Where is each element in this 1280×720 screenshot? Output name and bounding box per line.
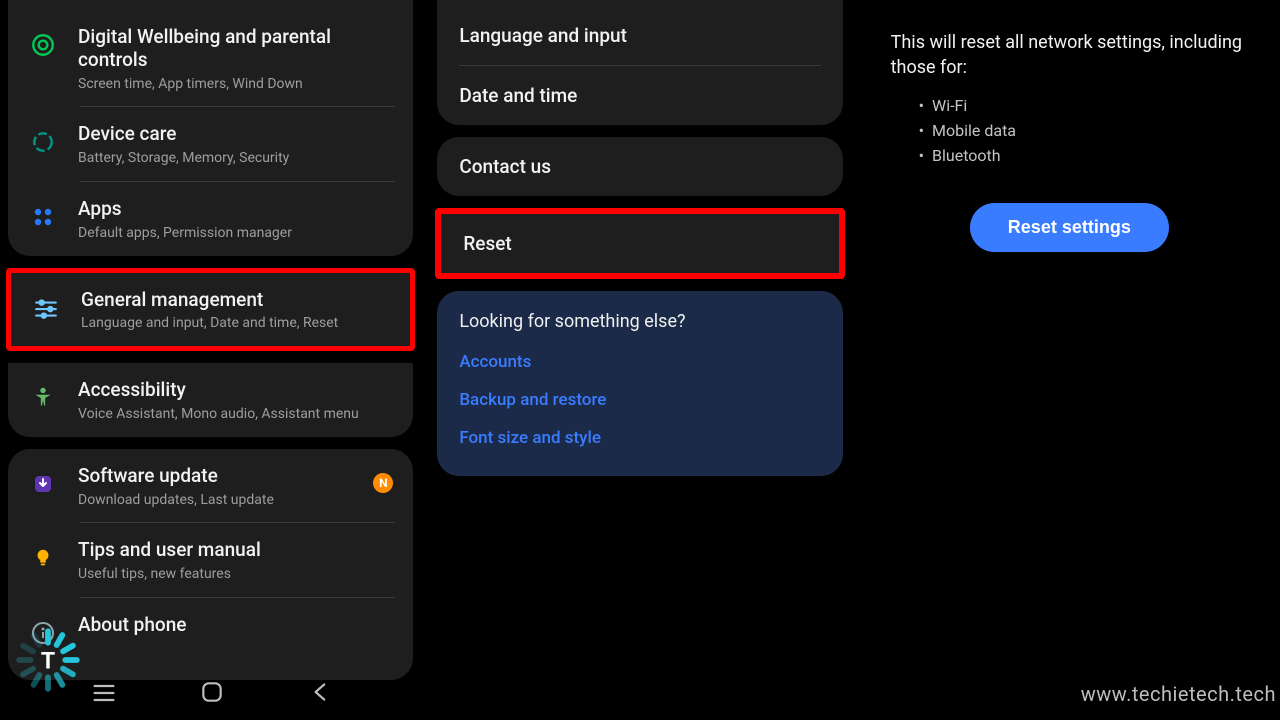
settings-item-tips[interactable]: Tips and user manual Useful tips, new fe… <box>8 523 413 597</box>
nav-back-icon[interactable] <box>308 679 336 707</box>
settings-item-general-management-highlight: General management Language and input, D… <box>6 268 415 352</box>
gm-card-2: Contact us <box>437 137 842 196</box>
item-title: Accessibility <box>78 379 397 402</box>
reset-settings-button[interactable]: Reset settings <box>970 203 1169 252</box>
looking-title: Looking for something else? <box>459 311 820 332</box>
item-subtitle: Default apps, Permission manager <box>78 225 397 242</box>
bullet-mobile-data: Mobile data <box>919 119 1248 144</box>
settings-item-devicecare[interactable]: Device care Battery, Storage, Memory, Se… <box>8 107 413 181</box>
item-title: Tips and user manual <box>78 539 397 562</box>
gm-item-reset[interactable]: Reset <box>441 214 838 273</box>
item-subtitle: Useful tips, new features <box>78 566 397 583</box>
item-subtitle: Battery, Storage, Memory, Security <box>78 150 397 167</box>
sliders-icon <box>29 291 63 325</box>
item-subtitle: Screen time, App timers, Wind Down <box>78 76 397 93</box>
looking-card: Looking for something else? Accounts Bac… <box>437 291 842 476</box>
devicecare-icon <box>26 125 60 159</box>
loading-spinner-icon: T <box>12 624 84 696</box>
item-subtitle: Download updates, Last update <box>78 492 355 509</box>
item-title: Software update <box>78 465 355 488</box>
gm-item-language-input[interactable]: Language and input <box>437 6 842 65</box>
reset-description: This will reset all network settings, in… <box>891 30 1248 80</box>
reset-network-column: This will reset all network settings, in… <box>859 0 1280 720</box>
watermark-text: www.techietech.tech <box>1081 682 1276 706</box>
looking-link-backup[interactable]: Backup and restore <box>459 390 820 410</box>
settings-item-wellbeing[interactable]: Digital Wellbeing and parental controls … <box>8 10 413 106</box>
item-subtitle: Voice Assistant, Mono audio, Assistant m… <box>78 406 397 423</box>
bulb-icon <box>26 541 60 575</box>
gm-item-reset-highlight: Reset <box>435 208 844 279</box>
settings-item-apps[interactable]: Apps Default apps, Permission manager <box>8 182 413 256</box>
nav-recents-icon[interactable] <box>90 679 118 707</box>
looking-link-accounts[interactable]: Accounts <box>459 352 820 372</box>
bullet-wifi: Wi-Fi <box>919 94 1248 119</box>
a11y-icon <box>26 381 60 415</box>
item-subtitle: Language and input, Date and time, Reset <box>81 315 394 332</box>
item-title: General management <box>81 289 394 312</box>
svg-text:T: T <box>41 648 55 675</box>
settings-list-column: Digital Wellbeing and parental controls … <box>0 0 421 720</box>
apps-icon <box>26 200 60 234</box>
general-management-column: Language and input Date and time Contact… <box>429 0 850 720</box>
looking-link-font[interactable]: Font size and style <box>459 428 820 448</box>
settings-item-general-management[interactable]: General management Language and input, D… <box>11 273 410 347</box>
reset-bullet-list: Wi-Fi Mobile data Bluetooth <box>919 94 1248 168</box>
settings-item-software-update[interactable]: Software update Download updates, Last u… <box>8 449 413 523</box>
item-title: About phone <box>78 614 397 637</box>
wellbeing-icon <box>26 28 60 62</box>
notification-badge: N <box>373 473 393 493</box>
settings-item-accessibility[interactable]: Accessibility Voice Assistant, Mono audi… <box>8 363 413 437</box>
settings-card-1: Digital Wellbeing and parental controls … <box>8 0 413 256</box>
software-update-icon <box>26 467 60 501</box>
gm-item-date-time[interactable]: Date and time <box>437 66 842 125</box>
item-title: Device care <box>78 123 397 146</box>
nav-home-icon[interactable] <box>199 679 227 707</box>
settings-card-accessibility: Accessibility Voice Assistant, Mono audi… <box>8 363 413 437</box>
gm-card-1: Language and input Date and time <box>437 0 842 125</box>
item-title: Digital Wellbeing and parental controls <box>78 26 397 72</box>
bullet-bluetooth: Bluetooth <box>919 144 1248 169</box>
item-title: Apps <box>78 198 397 221</box>
gm-item-contact-us[interactable]: Contact us <box>437 137 842 196</box>
